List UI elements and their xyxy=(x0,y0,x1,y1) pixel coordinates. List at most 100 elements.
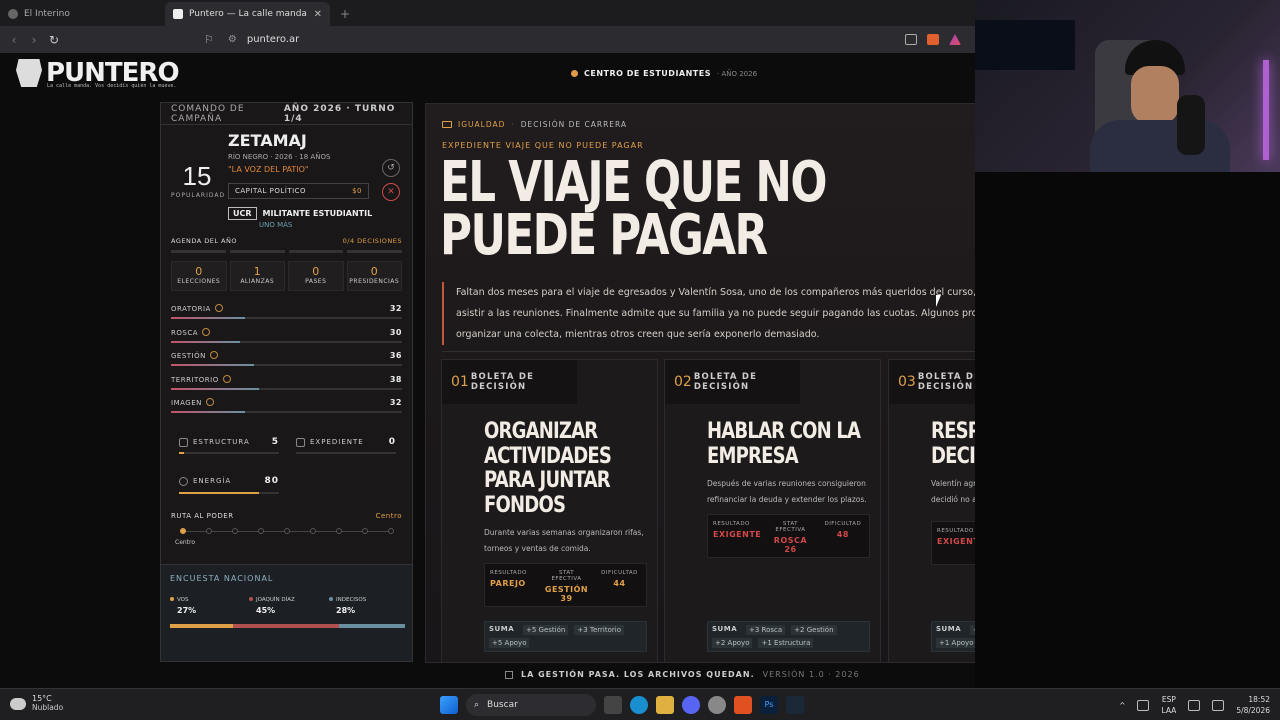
ruta-step xyxy=(336,528,342,534)
decision-card-03[interactable]: 03BOLETA DE DECISIÓN RESPETAR SU DECISIÓ… xyxy=(888,359,975,662)
agenda-header: AGENDA DEL AÑO 0/4 DECISIONES xyxy=(171,237,402,245)
counter-elecciones: 0 ELECCIONES xyxy=(171,261,227,291)
puntero-favicon-icon xyxy=(173,9,183,19)
ballot-header: 03 BOLETA DE DECISIÓN xyxy=(889,360,975,404)
site-footer: LA GESTIÓN PASA. LOS ARCHIVOS QUEDAN. VER… xyxy=(505,670,860,679)
option-title: RESPETAR SU DECISIÓN xyxy=(931,419,975,469)
national-poll: ENCUESTA NACIONAL VOS 27% JOAQUÍN DÍAZ 45% I… xyxy=(161,564,412,661)
back-icon[interactable]: ‹ xyxy=(4,33,24,47)
status-dot-icon xyxy=(571,70,578,77)
shirt xyxy=(1090,120,1230,172)
stat-bar xyxy=(171,340,402,343)
windows-taskbar: 15°C Nublado ⌕ Buscar Ps ^ ESP LAA 18:52 5/8… xyxy=(0,688,1280,720)
clock[interactable]: 18:52 5/8/2026 xyxy=(1236,694,1270,716)
ruta-step xyxy=(180,528,186,534)
decision-card-01[interactable]: 01 BOLETA DE DECISIÓN ORGANIZAR ACTIVIDAD… xyxy=(441,359,658,662)
poll-entry: INDECISOS 28% xyxy=(329,597,366,615)
brave-shield-icon[interactable] xyxy=(927,34,939,45)
search-icon: ⌕ xyxy=(474,700,480,710)
edge-icon[interactable] xyxy=(630,696,648,714)
effect-chip: +5 Gestión xyxy=(523,625,569,635)
obs-icon[interactable] xyxy=(708,696,726,714)
photoshop-icon[interactable]: Ps xyxy=(760,696,778,714)
decision-card-02[interactable]: 02 BOLETA DE DECISIÓN HABLAR CON LA EMPRE… xyxy=(664,359,881,662)
close-tab-icon[interactable]: ✕ xyxy=(314,9,322,20)
option-description: Después de varias reuniones consiguieron… xyxy=(707,479,867,504)
ruta-step xyxy=(362,528,368,534)
expediente-stat: EXPEDIENTE 0 xyxy=(296,437,396,447)
campaign-command-panel: COMANDO DE CAMPAÑA AÑO 2026 · TURNO 1/4 1… xyxy=(160,102,413,662)
divider xyxy=(442,351,975,352)
taskbar-search[interactable]: ⌕ Buscar xyxy=(466,694,596,716)
restart-button[interactable]: ↺ xyxy=(382,159,400,177)
info-icon[interactable] xyxy=(205,398,214,406)
popularity-box: 15 POPULARIDAD xyxy=(171,161,226,199)
player-nickname: "LA VOZ DEL PATIO" xyxy=(228,165,309,174)
event-intro: Faltan dos meses para el viaje de egresa… xyxy=(442,282,975,345)
stat-gestión: GESTIÓN 36 xyxy=(171,351,402,366)
discord-icon[interactable] xyxy=(682,696,700,714)
stat-bar xyxy=(171,411,402,413)
volume-icon[interactable] xyxy=(1212,699,1225,711)
file-label: EXPEDIENTE VIAJE QUE NO PUEDE PAGAR xyxy=(442,141,644,150)
stat-bar xyxy=(171,387,402,390)
option-title: ORGANIZAR ACTIVIDADES PARA JUNTAR FONDOS xyxy=(484,419,612,518)
stat-territorio: TERRITORIO 38 xyxy=(171,374,402,390)
cast-icon[interactable] xyxy=(905,34,917,45)
effect-chip: +3 Territorio xyxy=(574,625,624,635)
reload-icon[interactable]: ↻ xyxy=(44,33,64,47)
info-icon[interactable] xyxy=(222,374,231,383)
chevron-up-icon[interactable]: ^ xyxy=(1119,701,1125,710)
steam-icon[interactable] xyxy=(786,696,804,714)
info-icon[interactable] xyxy=(214,304,223,312)
poll-entry: VOS 27% xyxy=(170,597,196,615)
url-field[interactable]: ⚙ puntero.ar xyxy=(228,34,299,45)
legend-dot-icon xyxy=(329,597,333,601)
info-icon[interactable] xyxy=(209,351,218,359)
close-button[interactable]: ✕ xyxy=(382,183,400,201)
info-icon[interactable] xyxy=(202,327,210,336)
globe-icon xyxy=(8,9,18,19)
party-affiliation: UCR MILITANTE ESTUDIANTIL xyxy=(228,207,372,220)
tab-el-interino[interactable]: El Interino xyxy=(0,2,165,26)
stat-bar-fill xyxy=(171,364,255,366)
microphone xyxy=(1177,95,1205,155)
bookmark-icon[interactable]: ⚐ xyxy=(204,33,214,46)
network-icon[interactable] xyxy=(1188,699,1201,711)
effect-chip: +1 Estructura xyxy=(758,638,814,648)
language-indicator[interactable]: ESP LAA xyxy=(1161,694,1176,716)
poll-bar-segment xyxy=(233,624,340,628)
stat-bar xyxy=(171,317,402,319)
energia-bar xyxy=(179,492,279,494)
windows-start-icon[interactable] xyxy=(440,696,458,714)
stat-imagen: IMAGEN 32 xyxy=(171,398,402,413)
microphone-icon[interactable] xyxy=(1137,699,1150,711)
ruta-step xyxy=(232,528,238,534)
file-explorer-icon[interactable] xyxy=(656,696,674,714)
ruta-position-label: Centro xyxy=(175,539,196,546)
window xyxy=(975,20,1075,70)
stat-rosca: ROSCA 30 xyxy=(171,327,402,343)
estructura-stat: ESTRUCTURA 5 xyxy=(179,437,279,447)
forward-icon[interactable]: › xyxy=(24,33,44,47)
weather-widget[interactable]: 15°C Nublado xyxy=(10,694,63,712)
center-link[interactable]: CENTRO DE ESTUDIANTES · AÑO 2026 xyxy=(571,69,757,78)
stat-bar-fill xyxy=(171,387,259,390)
rewards-icon[interactable] xyxy=(949,34,961,45)
ballot-header: 01 BOLETA DE DECISIÓN xyxy=(442,360,577,404)
browser-tab-bar: El Interino Puntero — La calle manda ✕ + xyxy=(0,0,975,26)
face xyxy=(1131,66,1179,124)
panel-title: COMANDO DE CAMPAÑA xyxy=(171,103,245,124)
tab-puntero[interactable]: Puntero — La calle manda ✕ xyxy=(165,2,330,26)
agenda-progress-bars xyxy=(171,250,402,253)
poll-entry: JOAQUÍN DÍAZ 45% xyxy=(249,597,295,615)
address-bar: ‹ › ↻ ⚐ ⚙ puntero.ar xyxy=(0,26,975,53)
effect-chip: +3 Rosca xyxy=(746,625,786,635)
stat-bar-fill xyxy=(171,411,245,413)
poll-bar xyxy=(170,624,405,628)
option-description: Durante varias semanas organizaron rifas… xyxy=(484,528,644,553)
brave-icon[interactable] xyxy=(734,696,752,714)
new-tab-button[interactable]: + xyxy=(330,7,360,26)
site-info-icon[interactable]: ⚙ xyxy=(228,34,237,45)
task-view-icon[interactable] xyxy=(604,696,622,714)
